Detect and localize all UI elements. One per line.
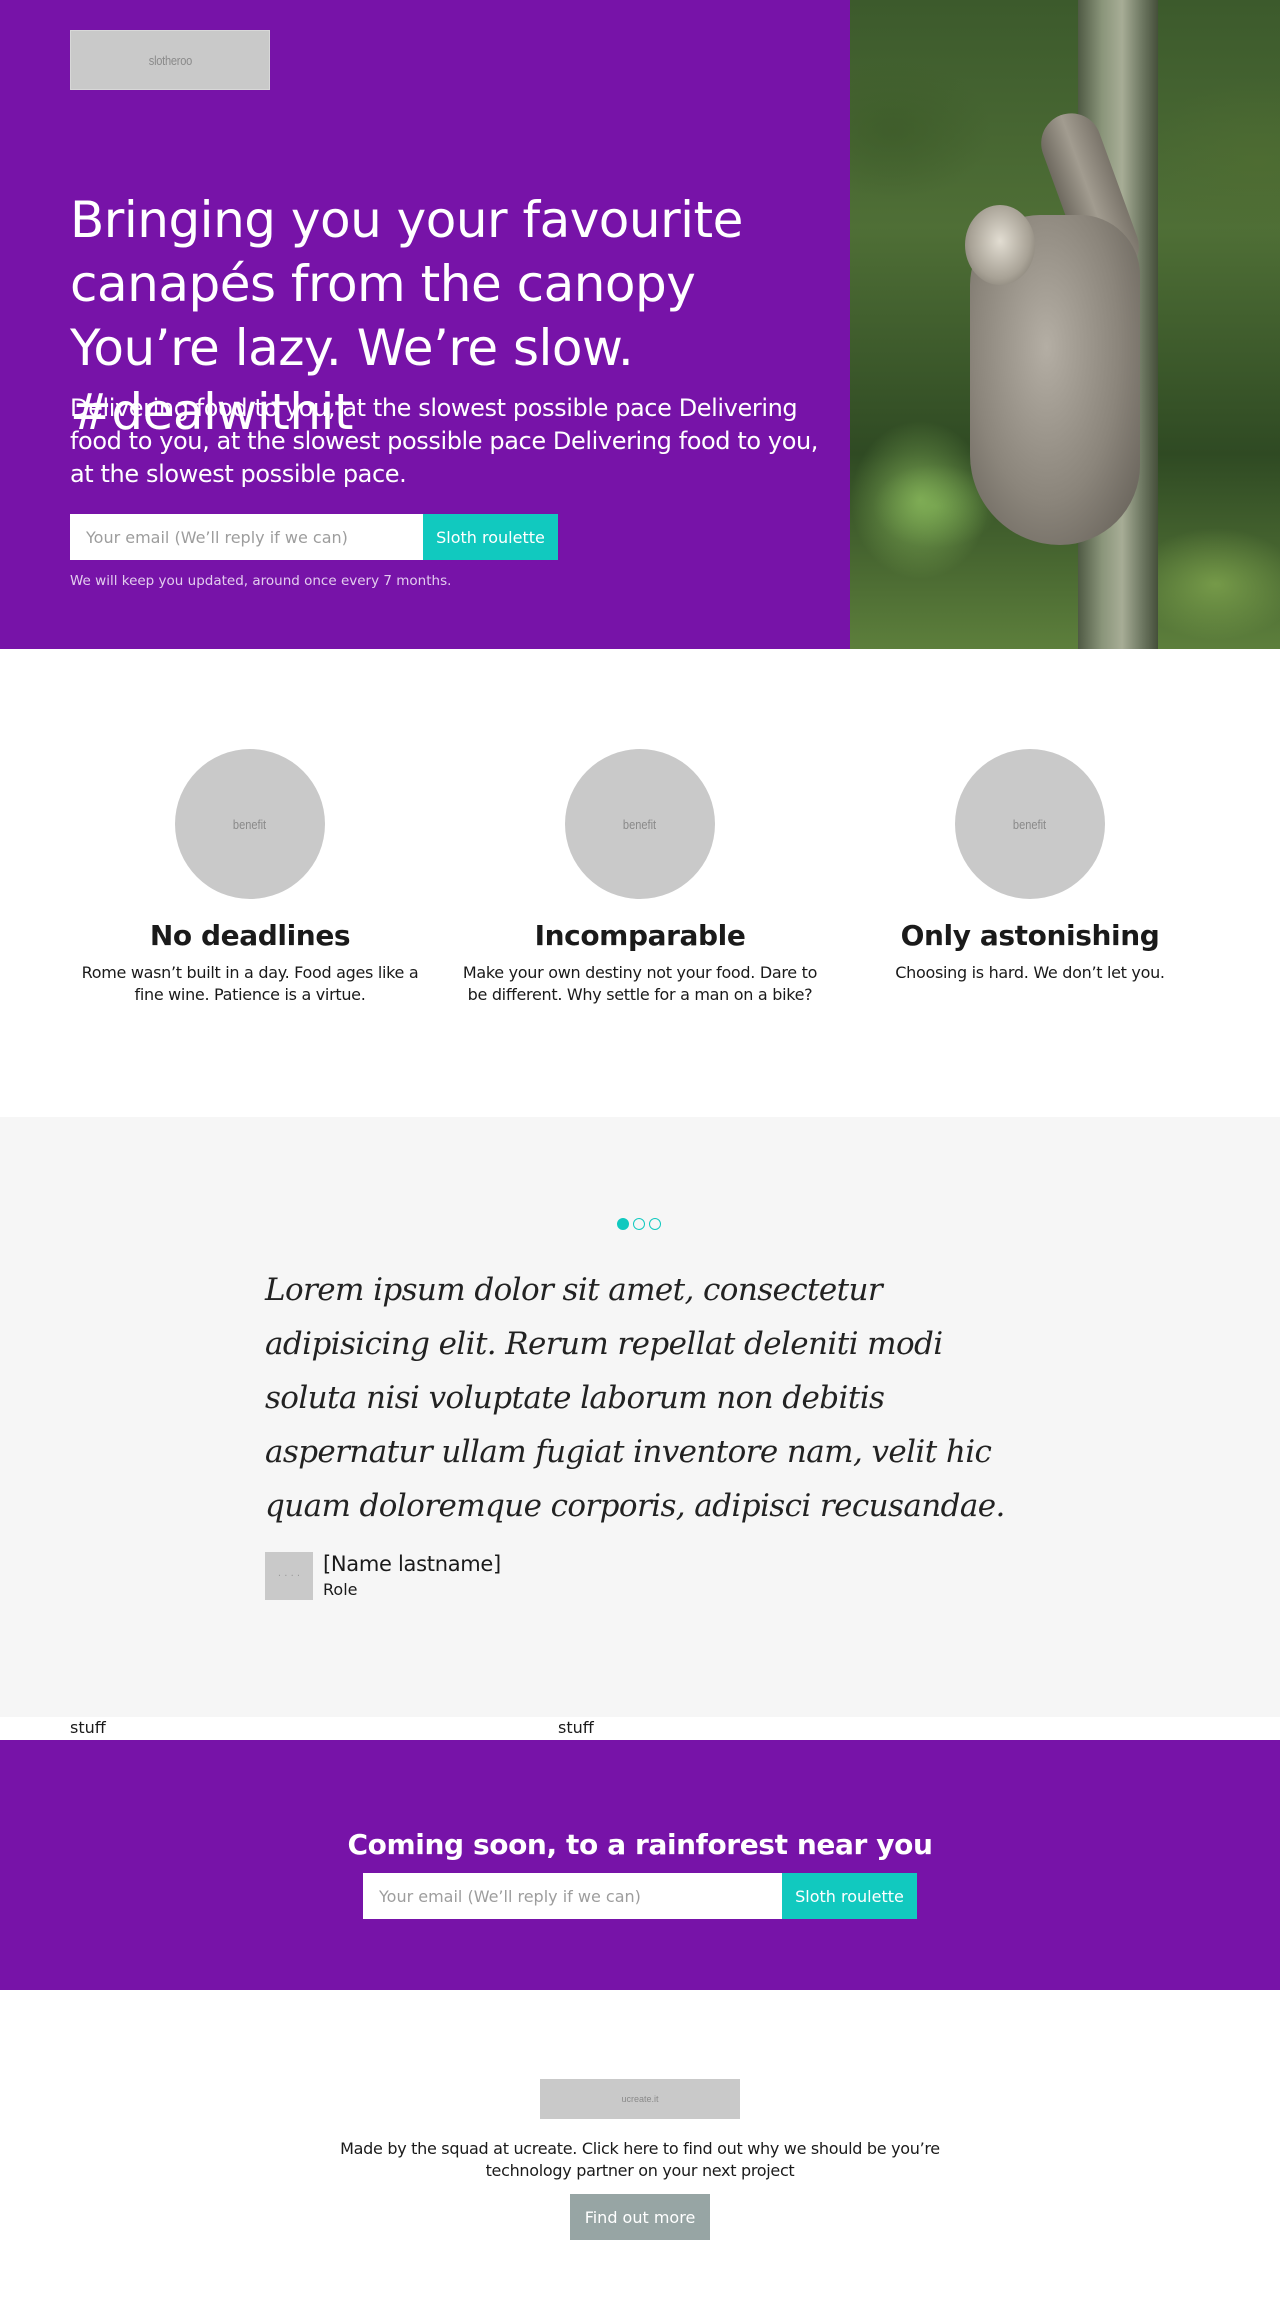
benefit-item: benefit Only astonishing Choosing is har… [850, 749, 1210, 984]
foliage [850, 420, 990, 580]
hero-update-note: We will keep you updated, around once ev… [70, 573, 452, 589]
sloth-photo [850, 0, 1280, 649]
benefit-image-label: benefit [233, 816, 267, 832]
author-details: [Name lastname] Role [323, 1552, 501, 1600]
benefit-item: benefit No deadlines Rome wasn’t built i… [70, 749, 430, 1006]
hero-section: slotheroo Bringing you your favourite ca… [0, 0, 1280, 649]
benefit-image: benefit [175, 749, 325, 899]
footer: ucreate.it Made by the squad at ucreate.… [0, 1990, 1280, 2310]
benefit-item: benefit Incomparable Make your own desti… [460, 749, 820, 1006]
cta-sloth-roulette-button[interactable]: Sloth roulette [782, 1873, 917, 1919]
benefit-image-label: benefit [623, 816, 657, 832]
testimonial-quote: Lorem ipsum dolor sit amet, consectetur … [265, 1272, 1005, 1524]
carousel-dots [617, 1218, 661, 1230]
footer-text[interactable]: Made by the squad at ucreate. Click here… [340, 2138, 940, 2182]
benefit-image: benefit [565, 749, 715, 899]
sloth-head [965, 205, 1035, 285]
benefit-text: Choosing is hard. We don’t let you. [895, 963, 1165, 982]
benefit-title: Only astonishing [900, 919, 1160, 952]
hero-email-input[interactable] [70, 514, 423, 560]
logo[interactable]: slotheroo [70, 30, 270, 90]
stuff-row: stuff stuff [0, 1717, 1280, 1740]
footer-logo-text: ucreate.it [621, 2094, 659, 2104]
testimonial-author: · · · · [Name lastname] Role [265, 1552, 501, 1600]
cta-section: Coming soon, to a rainforest near you Sl… [0, 1740, 1280, 1990]
find-out-more-button[interactable]: Find out more [570, 2194, 710, 2240]
carousel-dot-3[interactable] [649, 1218, 661, 1230]
hero-content: slotheroo Bringing you your favourite ca… [0, 0, 850, 649]
benefit-text: Make your own destiny not your food. Dar… [462, 963, 818, 1004]
carousel-dot-2[interactable] [633, 1218, 645, 1230]
cta-email-input[interactable] [363, 1873, 782, 1919]
avatar-placeholder: · · · · [277, 1570, 301, 1582]
hero-sloth-roulette-button[interactable]: Sloth roulette [423, 514, 558, 560]
benefit-title: No deadlines [149, 919, 351, 952]
benefit-title: Incomparable [534, 919, 746, 952]
carousel-dot-1[interactable] [617, 1218, 629, 1230]
testimonial-section: Lorem ipsum dolor sit amet, consectetur … [0, 1117, 1280, 1717]
hero-signup-form: Sloth roulette [70, 514, 558, 560]
cta-title: Coming soon, to a rainforest near you [347, 1828, 933, 1861]
stuff-text: stuff [558, 1718, 594, 1737]
cta-signup-form: Sloth roulette [363, 1873, 917, 1919]
logo-text: slotheroo [148, 52, 192, 68]
benefit-image-label: benefit [1013, 816, 1047, 832]
avatar: · · · · [265, 1552, 313, 1600]
footer-logo[interactable]: ucreate.it [540, 2079, 740, 2119]
stuff-text: stuff [70, 1718, 106, 1737]
author-role: Role [323, 1580, 358, 1599]
benefit-image: benefit [955, 749, 1105, 899]
author-name: [Name lastname] [323, 1552, 501, 1576]
benefit-text: Rome wasn’t built in a day. Food ages li… [81, 963, 419, 1004]
benefits-section: benefit No deadlines Rome wasn’t built i… [0, 649, 1280, 1117]
hero-subtitle: Delivering food to you, at the slowest p… [70, 394, 819, 488]
